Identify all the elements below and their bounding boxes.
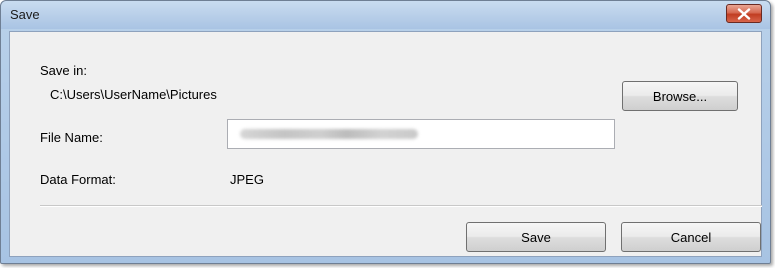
save-button-label: Save [521,229,551,245]
redacted-file-name [240,129,418,139]
browse-button[interactable]: Browse... [622,81,738,111]
browse-button-label: Browse... [652,88,708,104]
data-format-label: Data Format: [40,172,116,187]
close-button[interactable] [726,4,762,23]
dialog-title: Save [10,7,40,22]
close-icon [737,7,751,20]
save-in-label: Save in: [40,63,87,78]
cancel-button-label: Cancel [670,229,712,245]
separator [40,205,762,207]
file-name-input[interactable] [227,119,615,149]
file-name-label: File Name: [40,130,103,145]
cancel-button[interactable]: Cancel [621,222,761,252]
title-bar[interactable]: Save [1,1,770,29]
data-format-value: JPEG [230,172,264,187]
save-in-path: C:\Users\UserName\Pictures [48,81,612,108]
save-button[interactable]: Save [466,222,606,252]
